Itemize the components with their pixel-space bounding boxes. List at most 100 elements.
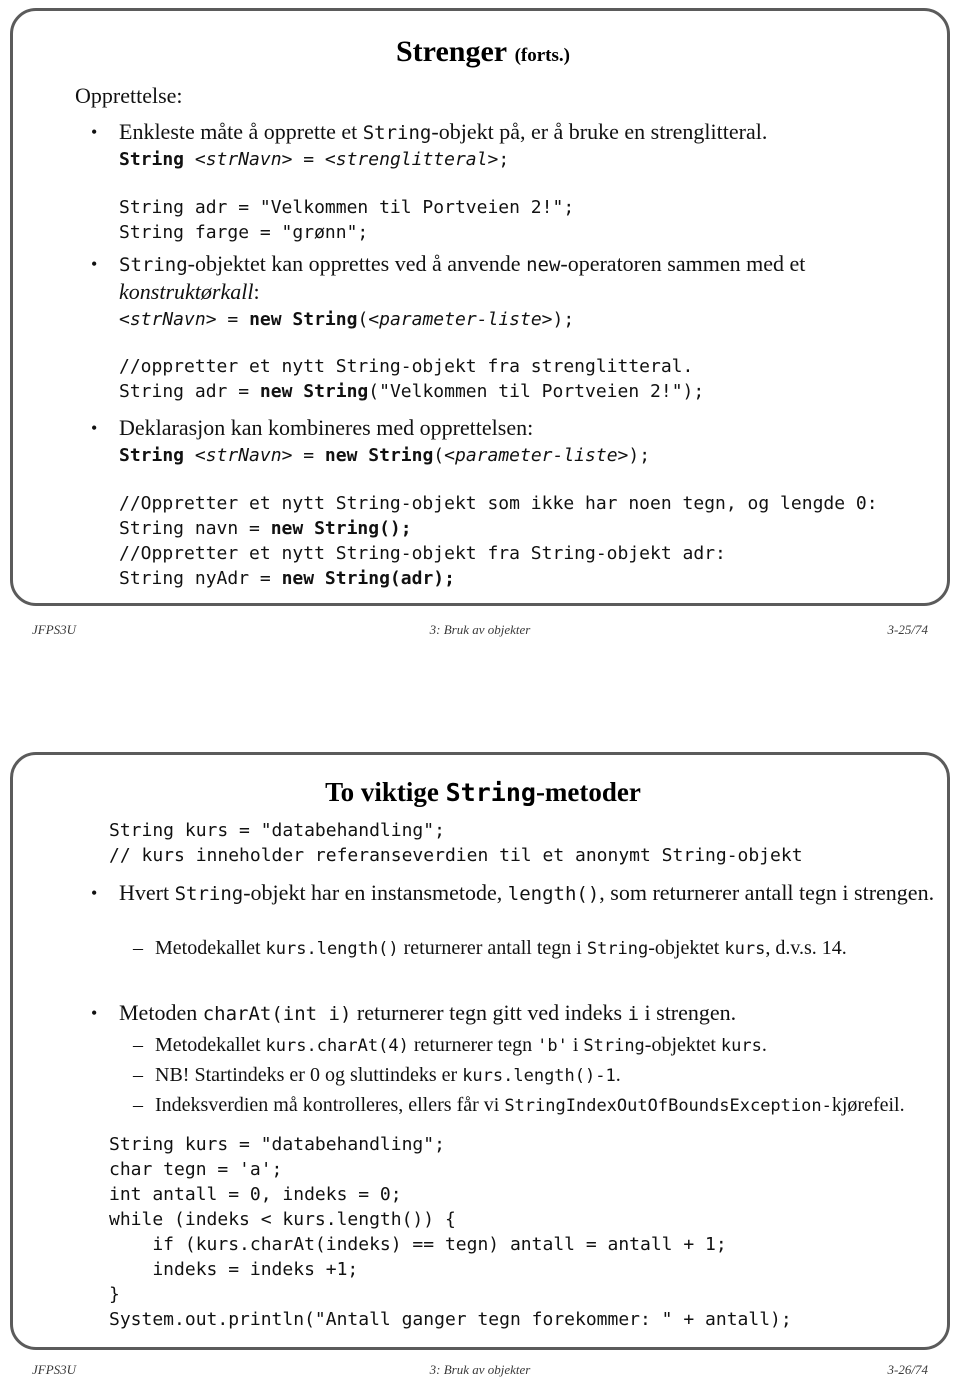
code-operator: = xyxy=(292,149,325,170)
slide2-sub-bullet-3: – NB! Startindeks er 0 og sluttindeks er… xyxy=(133,1063,933,1089)
slide2-bullet-2: • Metoden charAt(int i) returnerer tegn … xyxy=(91,1000,941,1027)
code-keyword: String xyxy=(119,149,185,170)
footer-chapter: 3: Bruk av objekter xyxy=(429,622,531,637)
inline-code: kurs.length()-1 xyxy=(462,1066,616,1086)
text-fragment: . xyxy=(615,1064,621,1086)
slide2-code-block-2-line-2: char tegn = 'a'; xyxy=(109,1159,283,1180)
slide-strenger-forts: Strenger (forts.) Opprettelse: • Enklest… xyxy=(10,8,950,606)
text-fragment: -objektet xyxy=(644,1034,721,1056)
code-keyword: String xyxy=(119,445,185,466)
slide1-code-block-3-line-3: //Oppretter et nytt String-objekt fra St… xyxy=(119,543,726,564)
text-fragment: Indeksverdien må kontrolleres, ellers få… xyxy=(155,1094,505,1116)
code-fragment: ("Velkommen til Portveien 2!"); xyxy=(368,381,705,402)
inline-code: i xyxy=(627,1003,640,1025)
bullet-marker: • xyxy=(91,418,98,438)
slide1-bullet-2-line2: konstruktørkall: xyxy=(119,279,260,305)
slide2-bullet-1-text: Hvert String-objekt har en instansmetode… xyxy=(119,880,941,907)
text-fragment: returnerer antall tegn i xyxy=(398,937,587,959)
text-fragment: -objektet kan opprettes ved å anvende xyxy=(187,251,527,276)
slide2-sub-bullet-2-text: Metodekallet kurs.charAt(4) returnerer t… xyxy=(155,1033,933,1059)
code-placeholder: <parameter-liste> xyxy=(368,309,553,330)
text-fragment: returnerer tegn xyxy=(408,1034,538,1056)
slide1-body: Opprettelse: • Enkleste måte å opprette … xyxy=(13,11,953,603)
slide1-lead-opprettelse: Opprettelse: xyxy=(75,83,183,108)
slide1-bullet-1-text: Enkleste måte å opprette et String-objek… xyxy=(119,119,931,146)
code-placeholder: <strenglitteral> xyxy=(324,149,499,170)
code-operator: = xyxy=(216,309,250,330)
inline-code: kurs xyxy=(724,939,766,959)
text-fragment: , som returnerer antall tegn i xyxy=(599,880,849,905)
inline-code: String xyxy=(362,122,432,144)
inline-code: String xyxy=(583,1036,645,1056)
slide1-code-block-3-line-1: //Oppretter et nytt String-objekt som ik… xyxy=(119,493,878,514)
footer-chapter: 3: Bruk av objekter xyxy=(429,1362,531,1377)
inline-code: new xyxy=(526,254,561,276)
slide2-code-block-2-line-8: System.out.println("Antall ganger tegn f… xyxy=(109,1309,792,1330)
slide2-code-block-1-line-1: String kurs = "databehandling"; xyxy=(109,820,445,841)
slide1-bullet-1: • Enkleste måte å opprette et String-obj… xyxy=(91,119,931,146)
code-placeholder: <strNavn> xyxy=(184,149,293,170)
slide1-code-block-3-line-2: String navn = new String(); xyxy=(119,518,412,539)
slide2-code-block-2-line-3: int antall = 0, indeks = 0; xyxy=(109,1184,402,1205)
slide1-code-block-1-line-1: String adr = "Velkommen til Portveien 2!… xyxy=(119,197,575,218)
text-fragment: Hvert xyxy=(119,880,175,905)
inline-code: String xyxy=(586,939,649,959)
slide2-sub-bullet-3-text: NB! Startindeks er 0 og sluttindeks er k… xyxy=(155,1063,933,1089)
slide2-body: String kurs = "databehandling"; // kurs … xyxy=(13,755,953,1347)
inline-code: String xyxy=(119,254,188,276)
inline-code: StringIndexOutOfBoundsException- xyxy=(504,1096,832,1116)
slide1-bullet-3-text: Deklarasjon kan kombineres med opprettel… xyxy=(119,415,534,440)
slide1-bullet-2-konstruktorkall: konstruktørkall: xyxy=(119,279,260,305)
slide1-syntax-2: <strNavn> = new String(<parameter-liste>… xyxy=(119,307,574,332)
bullet-marker: • xyxy=(91,122,98,142)
text-fragment: 14. xyxy=(821,937,847,959)
dash-marker: – xyxy=(133,1094,143,1116)
code-keyword: new String xyxy=(249,309,358,330)
slide1-footer: JFPS3U 3: Bruk av objekter 3-25/74 xyxy=(10,622,950,642)
text-fragment: returnerer tegn gitt ved indeks xyxy=(351,1000,628,1025)
text-fragment: Metodekallet xyxy=(155,937,266,959)
slide2-bullet-2-text: Metoden charAt(int i) returnerer tegn gi… xyxy=(119,1000,941,1027)
text-fragment: , d.v.s. xyxy=(765,937,817,959)
inline-code: length() xyxy=(507,883,600,905)
slide1-code-block-2-comment: //oppretter et nytt String-objekt fra st… xyxy=(119,356,694,377)
inline-code: kurs.charAt(4) xyxy=(265,1036,409,1056)
slide1-bullet-2: • String-objektet kan opprettes ved å an… xyxy=(91,251,941,278)
footer-page-number: 3-25/74 xyxy=(887,622,928,637)
slide2-code-block-2-line-5: if (kurs.charAt(indeks) == tegn) antall … xyxy=(109,1234,727,1255)
slide1-bullet-3: • Deklarasjon kan kombineres med opprett… xyxy=(91,415,931,441)
text-fragment: -objektet xyxy=(648,937,725,959)
code-placeholder: <strNavn> xyxy=(119,309,217,330)
slide2-code-block-1-line-2: // kurs inneholder referanseverdien til … xyxy=(109,845,803,866)
text-fragment: -operatoren sammen med et xyxy=(560,251,806,276)
slide2-code-block-2-line-4: while (indeks < kurs.length()) { xyxy=(109,1209,456,1230)
slide1-code-block-1-line-2: String farge = "grønn"; xyxy=(119,222,369,243)
dash-marker: – xyxy=(133,937,143,959)
slide2-code-block-2-line-1: String kurs = "databehandling"; xyxy=(109,1134,445,1155)
slide-to-viktige-string-metoder: To viktige String-metoder String kurs = … xyxy=(10,752,950,1350)
slide1-syntax-3: String <strNavn> = new String(<parameter… xyxy=(119,443,650,468)
code-keyword: new String xyxy=(324,445,434,466)
text-fragment: Enkleste måte å opprette et xyxy=(119,119,363,144)
slide2-sub-bullet-4: – Indeksverdien må kontrolleres, ellers … xyxy=(133,1093,953,1119)
text-fragment: Metodekallet xyxy=(155,1034,266,1056)
code-punct: ( xyxy=(433,445,445,466)
inline-code: kurs xyxy=(720,1036,762,1056)
code-punct: ( xyxy=(357,309,369,330)
slide2-bullet-1: • Hvert String-objekt har en instansmeto… xyxy=(91,880,941,907)
slide1-bullet-2-text: String-objektet kan opprettes ved å anve… xyxy=(119,251,941,278)
code-keyword: new String xyxy=(259,381,369,402)
slide1-code-block-3-line-4: String nyAdr = new String(adr); xyxy=(119,568,455,589)
emphasis-text: konstruktørkall xyxy=(119,279,254,304)
slide2-code-block-2-line-7: } xyxy=(109,1284,120,1305)
code-operator: = xyxy=(292,445,325,466)
text-fragment: -objekt har en instansmetode, xyxy=(243,880,508,905)
code-fragment: String adr = xyxy=(119,381,260,402)
slide1-code-block-2-line: String adr = new String("Velkommen til P… xyxy=(119,379,704,404)
inline-code: 'b' xyxy=(537,1036,568,1056)
slide2-code-block-2-line-6: indeks = indeks +1; xyxy=(109,1259,359,1280)
text-fragment: -objekt på, er å bruke en strenglitteral… xyxy=(431,119,768,144)
slide2-footer: JFPS3U 3: Bruk av objekter 3-26/74 xyxy=(10,1362,950,1382)
footer-page-number: 3-26/74 xyxy=(887,1362,928,1377)
slide2-sub-bullet-4-text: Indeksverdien må kontrolleres, ellers få… xyxy=(155,1093,953,1119)
